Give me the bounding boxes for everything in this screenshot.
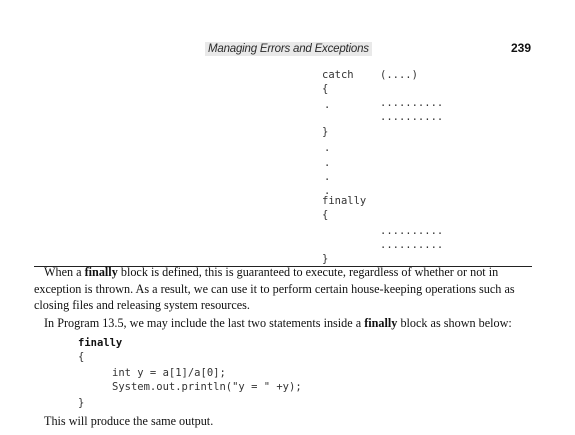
code-statement: System.out.println("y = " +y); — [112, 381, 302, 393]
running-header: Managing Errors and Exceptions — [205, 42, 372, 56]
book-page: Managing Errors and Exceptions 239 catch… — [0, 0, 575, 435]
code-ellipsis-line: .......... — [380, 97, 444, 109]
page-number: 239 — [511, 41, 532, 55]
code-finally-keyword: finally — [322, 195, 367, 207]
code-ellipsis-dot: . — [324, 157, 331, 169]
code-open-brace: { — [322, 209, 329, 221]
code-finally-keyword: finally — [78, 337, 123, 349]
paragraph-text: block as shown below: — [397, 316, 512, 330]
code-ellipsis-dot: . — [324, 142, 331, 154]
keyword-finally: finally — [84, 265, 118, 279]
keyword-finally: finally — [364, 316, 398, 330]
paragraph-finally-explanation: When a finally block is defined, this is… — [34, 264, 534, 314]
code-close-brace: } — [322, 126, 329, 138]
code-catch-keyword: catch — [322, 69, 354, 81]
paragraph-text: In Program 13.5, we may include the last… — [44, 316, 365, 330]
code-ellipsis-dot: . — [324, 171, 331, 183]
code-statement: int y = a[1]/a[0]; — [112, 367, 226, 379]
code-ellipsis-line: .......... — [380, 111, 444, 123]
code-ellipsis-line: .......... — [380, 239, 444, 251]
code-open-brace: { — [78, 351, 85, 363]
paragraph-conclusion: This will produce the same output. — [44, 414, 214, 428]
code-open-brace: { — [322, 83, 329, 95]
paragraph-program-reference: In Program 13.5, we may include the last… — [34, 315, 534, 332]
code-ellipsis-dot: . — [324, 99, 331, 111]
code-catch-args: (....) — [380, 69, 418, 81]
code-ellipsis-line: .......... — [380, 225, 444, 237]
paragraph-text: When a — [44, 265, 85, 279]
code-close-brace: } — [78, 397, 85, 409]
